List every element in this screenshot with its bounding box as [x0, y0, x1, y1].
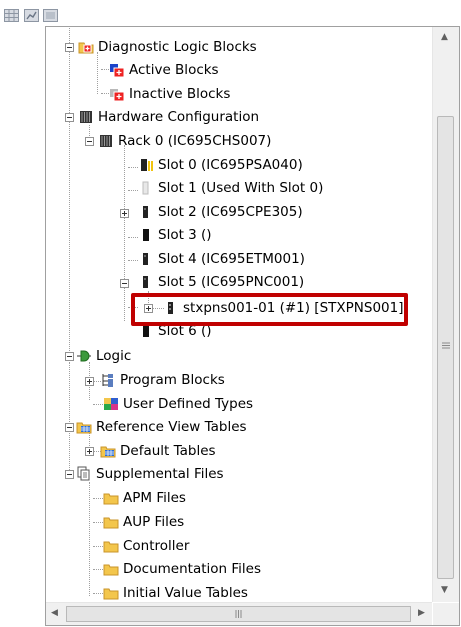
tree-item-label: Diagnostic Logic Blocks: [98, 39, 257, 55]
tree-item-label: Slot 0 (IC695PSA040): [158, 157, 303, 173]
tree-item-diagnostic-logic-blocks[interactable]: Diagnostic Logic Blocks: [78, 36, 257, 58]
collapse-toggle[interactable]: [120, 279, 129, 288]
default-tables-icon: [100, 446, 116, 458]
module-icon: [143, 276, 148, 288]
tree-item-hardware-configuration[interactable]: Hardware Configuration: [78, 106, 259, 128]
tree-item-slot-0[interactable]: Slot 0 (IC695PSA040): [138, 154, 303, 176]
tree-item-label: AUP Files: [123, 514, 185, 530]
expand-toggle[interactable]: [85, 447, 94, 456]
diagnostic-folder-icon: [78, 42, 94, 54]
horizontal-scrollbar[interactable]: ◀ ▶: [46, 602, 432, 625]
tree-item-label: APM Files: [123, 490, 186, 506]
supplemental-files-icon: [77, 466, 90, 481]
power-supply-icon: [141, 159, 153, 171]
collapse-toggle[interactable]: [65, 352, 74, 361]
scroll-left-icon[interactable]: ◀: [51, 608, 58, 618]
module-icon: [143, 206, 148, 218]
vertical-scrollbar[interactable]: ▲ ▼: [432, 27, 459, 602]
tree-item-apm-files[interactable]: APM Files: [103, 487, 186, 509]
tree-item-logic[interactable]: Logic: [76, 345, 131, 367]
project-tree: Diagnostic Logic Blocks Active Blocks In…: [46, 27, 432, 602]
tree-item-label: Hardware Configuration: [98, 109, 260, 125]
tree-item-label: Reference View Tables: [96, 419, 247, 435]
tree-item-program-blocks[interactable]: Program Blocks: [100, 369, 225, 391]
tree-item-label: Active Blocks: [129, 62, 219, 78]
expand-toggle[interactable]: [120, 209, 129, 218]
inactive-blocks-icon: [110, 89, 125, 102]
tree-item-supplemental-files[interactable]: Supplemental Files: [76, 463, 224, 485]
tree-item-active-blocks[interactable]: Active Blocks: [109, 59, 219, 81]
tree-item-label: Inactive Blocks: [129, 86, 231, 102]
tree-item-user-defined-types[interactable]: User Defined Types: [103, 393, 253, 415]
module-icon: [143, 229, 149, 241]
folder-icon: [103, 517, 119, 529]
folder-icon: [103, 493, 119, 505]
scroll-down-icon[interactable]: ▼: [441, 585, 448, 595]
table-icon[interactable]: [43, 9, 58, 22]
reference-tables-icon: [76, 422, 92, 434]
scroll-up-icon[interactable]: ▲: [441, 32, 448, 42]
tree-item-label: Slot 1 (Used With Slot 0): [158, 180, 324, 196]
tree-item-label: Slot 3 (): [158, 227, 212, 243]
grid-icon[interactable]: [4, 9, 19, 22]
tree-item-label: Default Tables: [120, 443, 216, 459]
tree-item-label: Controller: [123, 538, 190, 554]
tree-item-reference-view-tables[interactable]: Reference View Tables: [76, 416, 247, 438]
tree-item-label: User Defined Types: [123, 396, 254, 412]
collapse-toggle[interactable]: [65, 43, 74, 52]
folder-icon: [103, 564, 119, 576]
hardware-icon: [80, 111, 92, 123]
folder-icon: [103, 588, 119, 600]
tree-item-documentation-files[interactable]: Documentation Files: [103, 558, 261, 580]
tree-item-label: Slot 4 (IC695ETM001): [158, 251, 305, 267]
tree-item-rack-0[interactable]: Rack 0 (IC695CHS007): [98, 130, 271, 152]
tree-item-controller[interactable]: Controller: [103, 535, 189, 557]
tree-item-label: Logic: [96, 348, 132, 364]
tree-item-aup-files[interactable]: AUP Files: [103, 511, 184, 533]
rack-icon: [100, 135, 112, 147]
tree-item-slot-1[interactable]: Slot 1 (Used With Slot 0): [138, 177, 323, 199]
tree-item-label: Program Blocks: [120, 372, 225, 388]
module-icon: [143, 253, 148, 265]
tree-item-initial-value-tables[interactable]: Initial Value Tables: [103, 582, 248, 602]
tree-item-label: Initial Value Tables: [123, 585, 248, 601]
user-defined-types-icon: [104, 398, 118, 410]
selection-highlight-box: [131, 293, 408, 326]
tree-item-label: Documentation Files: [123, 561, 261, 577]
scroll-right-icon[interactable]: ▶: [418, 608, 425, 618]
program-blocks-icon: [102, 374, 113, 387]
chart-icon[interactable]: [24, 9, 39, 22]
project-tree-panel: Diagnostic Logic Blocks Active Blocks In…: [45, 26, 460, 626]
grip-icon: [235, 610, 242, 618]
collapse-toggle[interactable]: [85, 137, 94, 146]
collapse-toggle[interactable]: [65, 113, 74, 122]
tree-item-label: Slot 5 (IC695PNC001): [158, 274, 305, 290]
tree-item-label: Supplemental Files: [96, 466, 224, 482]
vertical-scroll-thumb[interactable]: [437, 116, 454, 579]
tree-item-inactive-blocks[interactable]: Inactive Blocks: [109, 83, 230, 105]
tree-item-label: Rack 0 (IC695CHS007): [118, 133, 272, 149]
logic-icon: [77, 350, 91, 362]
tree-item-default-tables[interactable]: Default Tables: [100, 440, 216, 462]
tree-item-slot-2[interactable]: Slot 2 (IC695CPE305): [138, 201, 303, 223]
tree-item-slot-4[interactable]: Slot 4 (IC695ETM001): [138, 248, 305, 270]
folder-icon: [103, 541, 119, 553]
active-blocks-icon: [110, 64, 125, 78]
scrollbar-corner: [433, 603, 459, 625]
tree-item-label: Slot 2 (IC695CPE305): [158, 204, 303, 220]
collapse-toggle[interactable]: [65, 470, 74, 479]
collapse-toggle[interactable]: [65, 423, 74, 432]
expand-toggle[interactable]: [85, 377, 94, 386]
tree-item-slot-3[interactable]: Slot 3 (): [138, 224, 212, 246]
horizontal-scroll-thumb[interactable]: [66, 606, 411, 622]
grip-icon: [442, 342, 450, 349]
tree-item-slot-5[interactable]: Slot 5 (IC695PNC001): [138, 271, 304, 293]
empty-slot-icon: [142, 181, 149, 195]
